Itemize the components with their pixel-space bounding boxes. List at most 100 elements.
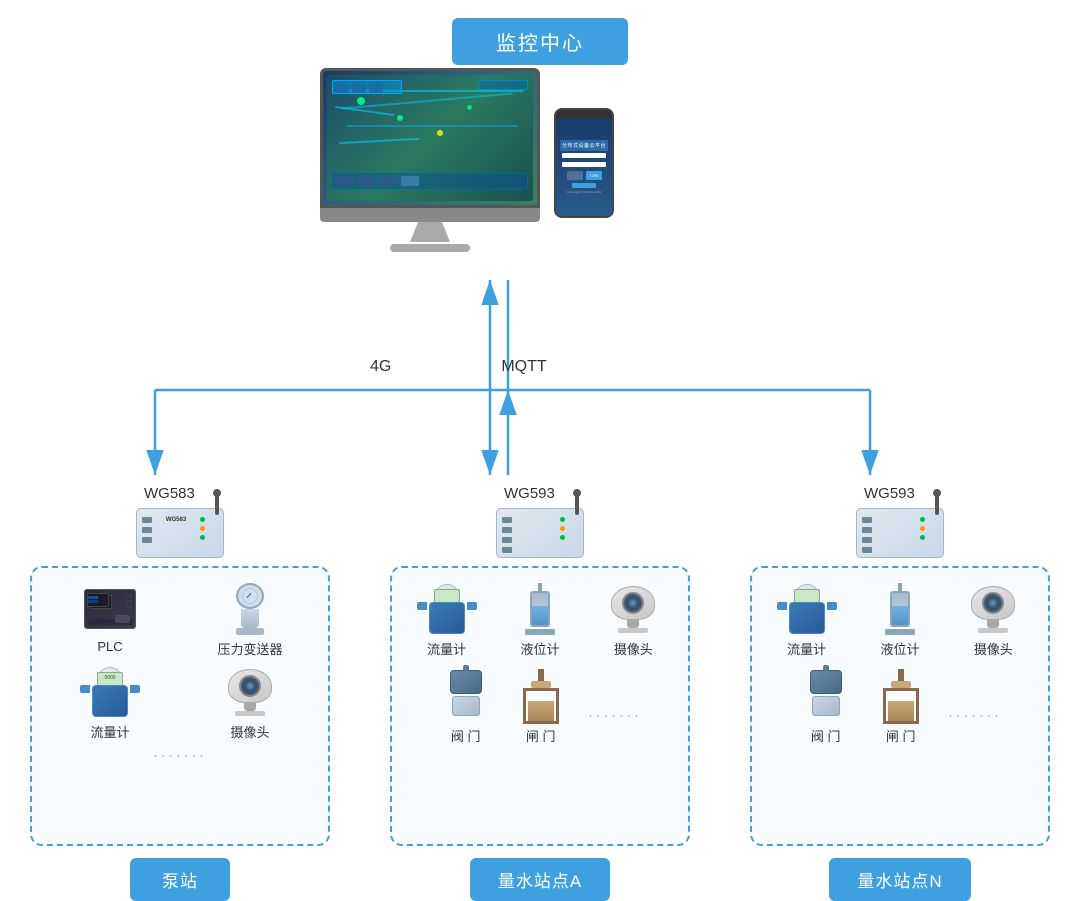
gw-mid-led-1 [560, 517, 565, 522]
monitor-base [390, 244, 470, 252]
liquid-icon-right [872, 583, 927, 635]
camera-stand-m [627, 620, 639, 628]
device-flow-right: 流量计 [779, 583, 834, 658]
gateway-right-antenna [935, 493, 939, 515]
gateway-right-leds [920, 517, 925, 540]
device-flow-left: 0000 流量计 [83, 666, 138, 741]
flow-shape-mid [421, 584, 473, 634]
phone-screen: 分布式设备云平台 7 2% Copyright © FitSens 2021 [556, 118, 612, 216]
gate-frame [523, 688, 559, 724]
gw-right-led-1 [920, 517, 925, 522]
flow-icon-left: 0000 [83, 666, 138, 718]
liquid-base [525, 629, 555, 635]
device-valve-mid: 阀 门 [438, 670, 493, 745]
device-camera-left: 摄像头 [223, 666, 278, 741]
device-gate-mid: 闸 门 [513, 670, 568, 745]
flow-body-m [429, 602, 465, 634]
device-grid-middle-top: 流量计 液位计 [402, 583, 678, 658]
flow-pipe-r-r [827, 602, 837, 610]
liquid-icon-mid [512, 583, 567, 635]
gateway-middle-antenna [575, 493, 579, 515]
gw-mid-port-2 [502, 527, 512, 533]
device-gate-mid-label: 闸 门 [526, 726, 556, 745]
liquid-fill [532, 606, 548, 626]
camera-shape-mid [607, 585, 659, 633]
columns-area: WG583 WG583 [0, 485, 1080, 901]
station-btn-right: 量水站点N [829, 858, 970, 901]
device-liquid-right: 液位计 [872, 583, 927, 658]
device-camera-mid-label: 摄像头 [614, 639, 653, 658]
phone-input-2 [562, 162, 605, 167]
device-plc-label: PLC [97, 639, 122, 654]
station-box-left: PLC [30, 566, 330, 846]
flow-display-r [794, 589, 820, 603]
monitor-stand [410, 222, 450, 242]
gw-mid-led-3 [560, 535, 565, 540]
camera-lens-m [622, 592, 644, 614]
station-btn-middle: 量水站点A [470, 858, 610, 901]
liquid-shape-right [880, 583, 920, 635]
station-box-right: 流量计 液位计 [750, 566, 1050, 846]
device-grid-right-bottom: 阀 门 闸 门 [762, 670, 1038, 745]
flow-pipe-l-r [777, 602, 787, 610]
camera-body [228, 669, 272, 703]
pressure-base [236, 628, 264, 635]
flow-icon-right [779, 583, 834, 635]
gateway-left-label: WG583 [144, 485, 195, 502]
flow-pipe-l [80, 685, 90, 693]
device-valve-right-label: 阀 门 [811, 726, 841, 745]
gateway-left-leds [200, 517, 205, 540]
camera-body-r [971, 586, 1015, 620]
device-pressure: 压力变送器 [217, 583, 282, 658]
monitor-screen-inner [327, 75, 533, 201]
camera-base [235, 711, 265, 716]
liquid-connector [538, 583, 542, 591]
gateway-led-green [200, 517, 205, 522]
gateway-left-ports [142, 517, 152, 543]
protocol-mqtt-label: MQTT [501, 358, 546, 376]
protocol-labels: 4G MQTT [370, 358, 547, 376]
gw-mid-port-1 [502, 517, 512, 523]
gw-mid-port-3 [502, 537, 512, 543]
gw-right-led-3 [920, 535, 925, 540]
flow-body-r [789, 602, 825, 634]
gw-mid-led-2 [560, 526, 565, 531]
liquid-base-r [885, 629, 915, 635]
valve-actuator-m [450, 670, 482, 694]
camera-stand-r [987, 620, 999, 628]
gateway-left-device: WG583 [136, 508, 224, 558]
camera-stand [244, 703, 256, 711]
device-flow-right-label: 流量计 [787, 639, 826, 658]
gateway-right-device [856, 508, 944, 558]
camera-icon-right [966, 583, 1021, 635]
device-flow-left-label: 流量计 [90, 722, 129, 741]
gate-panel [528, 701, 554, 721]
plc-icon [83, 583, 138, 635]
dots-right: ······· [948, 707, 1002, 723]
device-camera-right: 摄像头 [966, 583, 1021, 658]
protocol-4g-label: 4G [370, 358, 391, 376]
device-pressure-label: 压力变送器 [217, 639, 282, 658]
phone-input-1 [562, 153, 605, 158]
gate-shape-mid [515, 669, 567, 724]
flow-icon-mid [419, 583, 474, 635]
monitor-display [320, 68, 540, 252]
dots-mid: ······· [588, 707, 642, 723]
gateway-led-amber [200, 526, 205, 531]
camera-lens-r [982, 592, 1004, 614]
device-flow-mid-label: 流量计 [427, 639, 466, 658]
station-btn-left: 泵站 [130, 858, 230, 901]
liquid-shape-mid [520, 583, 560, 635]
control-center-label: 监控中心 [452, 18, 628, 65]
column-left: WG583 WG583 [0, 485, 360, 901]
valve-actuator-r [810, 670, 842, 694]
monitor-bezel [320, 208, 540, 222]
gateway-middle-ports [502, 517, 512, 553]
station-box-middle: 流量计 液位计 [390, 566, 690, 846]
device-plc: PLC [83, 583, 138, 658]
device-valve-right: 阀 门 [798, 670, 853, 745]
valve-body-m [452, 696, 480, 716]
gate-icon-mid [513, 670, 568, 722]
gw-right-port-4 [862, 547, 872, 553]
flow-pipe-l-m [417, 602, 427, 610]
